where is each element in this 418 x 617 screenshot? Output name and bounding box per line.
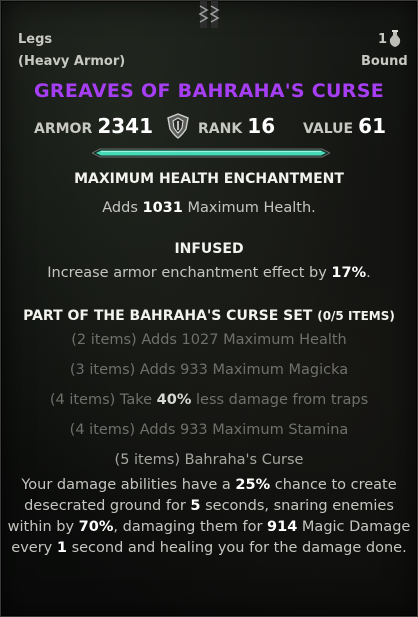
trait-pre: Increase armor enchantment effect by: [47, 265, 327, 281]
enchantment-text: Adds 1031 Maximum Health.: [0, 200, 418, 216]
enchantment-post: Maximum Health.: [187, 200, 315, 216]
armor-stat: ARMOR 2341: [34, 114, 153, 138]
set-bonus-4-stamina: (4 items) Adds 933 Maximum Stamina: [0, 422, 418, 438]
rank-label: RANK: [198, 121, 242, 137]
set-title: PART OF THE BAHRAHA'S CURSE SET (0/5 ITE…: [0, 308, 418, 324]
set-bonus-5-title: (5 items) Bahraha's Curse: [0, 452, 418, 468]
trait-text: Increase armor enchantment effect by 17%…: [0, 265, 418, 281]
rank-stat: RANK 16: [198, 114, 275, 138]
character-model-feet: [196, 0, 222, 30]
set-bonus-2: (2 items) Adds 1027 Maximum Health: [0, 332, 418, 348]
set-bonus-5-line-1: Your damage abilities have a 25% chance …: [0, 475, 418, 496]
trait-title: INFUSED: [0, 241, 418, 257]
set-bonus-5-line-2: desecrated ground for 5 seconds, snaring…: [0, 496, 418, 517]
set-bonus-5-description: Your damage abilities have a 25% chance …: [0, 475, 418, 559]
set-bonus-4-traps: (4 items) Take 40% less damage from trap…: [0, 392, 418, 408]
enchantment-pre: Adds: [102, 200, 138, 216]
set-bonus-4-pct: 40%: [157, 392, 192, 408]
item-name: GREAVES OF BAHRAHA'S CURSE: [0, 80, 418, 102]
value-value: 61: [358, 114, 386, 138]
armor-type: (Heavy Armor): [18, 54, 125, 69]
trait-amount: 17%: [331, 265, 366, 281]
condition-bar: [92, 148, 330, 158]
enchantment-title: MAXIMUM HEALTH ENCHANTMENT: [0, 171, 418, 187]
value-stat: VALUE 61: [303, 114, 386, 138]
set-bonus-4-pre: (4 items) Take: [50, 392, 152, 408]
shield-rank-icon: [166, 113, 190, 139]
item-count: 1: [378, 32, 387, 47]
bind-status: Bound: [361, 54, 408, 69]
set-count: (0/5 ITEMS): [317, 309, 395, 323]
value-label: VALUE: [303, 121, 353, 137]
set-name: PART OF THE BAHRAHA'S CURSE SET: [23, 308, 312, 324]
enchantment-amount: 1031: [143, 200, 183, 216]
trait-post: .: [366, 265, 371, 281]
potion-bag-icon: [388, 30, 402, 48]
armor-value: 2341: [97, 114, 153, 138]
armor-label: ARMOR: [34, 121, 92, 137]
set-bonus-5-line-3: within by 70%, damaging them for 914 Mag…: [0, 517, 418, 538]
rank-value: 16: [247, 114, 275, 138]
set-bonus-4-post: less damage from traps: [196, 392, 368, 408]
item-slot: Legs: [18, 32, 52, 47]
set-bonus-5-line-4: every 1 second and healing you for the d…: [0, 538, 418, 559]
set-bonus-3: (3 items) Adds 933 Maximum Magicka: [0, 362, 418, 378]
